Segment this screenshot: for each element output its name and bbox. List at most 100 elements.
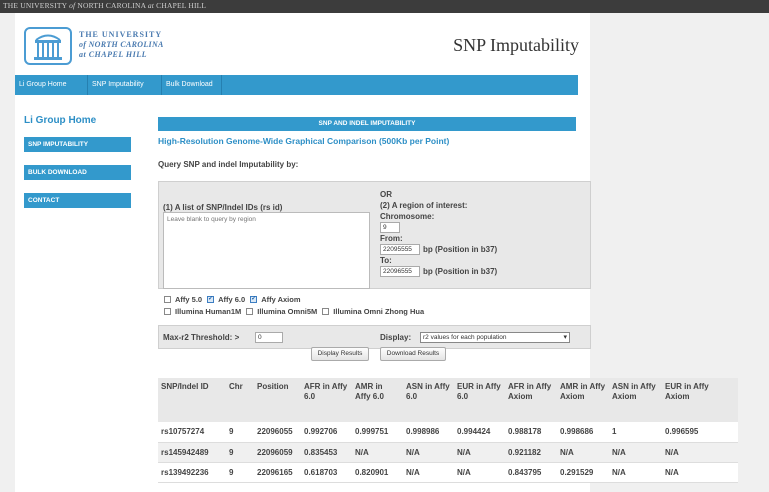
chevron-down-icon: ▾: [563, 334, 567, 341]
results-table: SNP/Indel ID Chr Position AFR in Affy 6.…: [158, 378, 738, 483]
col-header-amr-affy6: AMR in Affy 6.0: [352, 378, 403, 422]
cell-value: 0.291529: [557, 462, 609, 483]
display-label: Display:: [380, 333, 412, 342]
cell-value: 0.921182: [505, 442, 557, 463]
cell-snp-id: rs10757274: [158, 422, 226, 443]
cell-value: N/A: [609, 442, 662, 463]
col-header-asn-axiom: ASN in Affy Axiom: [609, 378, 662, 422]
cell-value: N/A: [454, 462, 505, 483]
checkbox-illumina-human1m[interactable]: [164, 308, 171, 315]
university-top-bar: THE UNIVERSITY of NORTH CAROLINA at CHAP…: [0, 0, 769, 13]
cell-chr: 9: [226, 462, 254, 483]
cell-value: N/A: [403, 462, 454, 483]
cell-value: 0.998686: [557, 422, 609, 443]
array-checkbox-row-1: Affy 5.0 ✓ Affy 6.0 ✓ Affy Axiom: [164, 295, 301, 304]
nav-li-group-home[interactable]: Li Group Home: [15, 75, 88, 95]
nav-snp-imputability[interactable]: SNP Imputability: [88, 75, 162, 95]
col-header-chr: Chr: [226, 378, 254, 422]
cell-position: 22096165: [254, 462, 301, 483]
display-selected-value: r2 values for each population: [423, 334, 507, 341]
cell-chr: 9: [226, 422, 254, 443]
cell-value: N/A: [352, 442, 403, 463]
topbar-city: CHAPEL HILL: [156, 1, 207, 10]
university-wordmark[interactable]: THE UNIVERSITY of NORTH CAROLINA at CHAP…: [79, 30, 164, 60]
checkbox-illumina-omni-zhong-hua[interactable]: [322, 308, 330, 315]
col-header-eur-affy6: EUR in Affy 6.0: [454, 378, 505, 422]
checkbox-affy-5[interactable]: [164, 296, 171, 303]
col-header-afr-axiom: AFR in Affy Axiom: [505, 378, 557, 422]
threshold-label: Max-r2 Threshold: >: [163, 333, 240, 342]
from-unit-label: bp (Position in b37): [423, 245, 498, 254]
chromosome-label: Chromosome:: [380, 212, 435, 221]
chromosome-input[interactable]: [380, 222, 400, 233]
display-select[interactable]: r2 values for each population ▾: [420, 332, 570, 343]
checkbox-illumina-omni5m[interactable]: [246, 308, 254, 315]
cell-value: N/A: [662, 442, 738, 463]
rsid-list-input[interactable]: [163, 212, 370, 289]
cell-value: 0.843795: [505, 462, 557, 483]
array-checkbox-row-2: Illumina Human1M Illumina Omni5M Illumin…: [164, 307, 424, 316]
cell-value: 1: [609, 422, 662, 443]
rsid-list-label: (1) A list of SNP/Indel IDs (rs id): [163, 203, 283, 212]
checkbox-affy-axiom[interactable]: ✓: [250, 296, 258, 303]
from-position-input[interactable]: [380, 244, 420, 255]
col-header-snp-id: SNP/Indel ID: [158, 378, 226, 422]
topbar-state: NORTH CAROLINA: [77, 1, 146, 10]
checkbox-label-affy-6: Affy 6.0: [218, 295, 246, 304]
col-header-position: Position: [254, 378, 301, 422]
threshold-input[interactable]: [255, 332, 283, 343]
cell-position: 22096059: [254, 442, 301, 463]
cell-value: N/A: [662, 462, 738, 483]
table-row: rs145942489 9 22096059 0.835453 N/A N/A …: [158, 442, 738, 463]
region-fields: OR (2) A region of interest: Chromosome:…: [380, 189, 497, 277]
col-header-asn-affy6: ASN in Affy 6.0: [403, 378, 454, 422]
cell-value: 0.992706: [301, 422, 352, 443]
sidebar-title[interactable]: Li Group Home: [24, 115, 96, 126]
cell-value: N/A: [454, 442, 505, 463]
cell-value: N/A: [403, 442, 454, 463]
cell-value: 0.999751: [352, 422, 403, 443]
checkbox-label-illumina-omni-zhong-hua: Illumina Omni Zhong Hua: [333, 307, 425, 316]
cell-value: 0.820901: [352, 462, 403, 483]
old-well-logo-icon[interactable]: [24, 27, 72, 65]
to-unit-label: bp (Position in b37): [423, 267, 498, 276]
checkbox-label-illumina-omni5m: Illumina Omni5M: [257, 307, 318, 316]
cell-snp-id: rs145942489: [158, 442, 226, 463]
cell-value: 0.998986: [403, 422, 454, 443]
from-label: From:: [380, 234, 403, 243]
to-label: To:: [380, 256, 392, 265]
wordmark-line1: THE UNIVERSITY: [79, 30, 163, 39]
site-header: THE UNIVERSITY of NORTH CAROLINA at CHAP…: [15, 13, 590, 75]
cell-value: 0.835453: [301, 442, 352, 463]
col-header-afr-affy6: AFR in Affy 6.0: [301, 378, 352, 422]
section-header: SNP AND INDEL IMPUTABILITY: [158, 117, 576, 131]
cell-value: 0.996595: [662, 422, 738, 443]
site-title: SNP Imputability: [453, 35, 579, 55]
threshold-bar: Max-r2 Threshold: > Display: r2 values f…: [158, 325, 591, 349]
nav-bulk-download[interactable]: Bulk Download: [162, 75, 222, 95]
col-header-amr-axiom: AMR in Affy Axiom: [557, 378, 609, 422]
checkbox-affy-6[interactable]: ✓: [207, 296, 215, 303]
cell-position: 22096055: [254, 422, 301, 443]
cell-snp-id: rs139492236: [158, 462, 226, 483]
checkbox-label-illumina-human1m: Illumina Human1M: [175, 307, 242, 316]
col-header-eur-axiom: EUR in Affy Axiom: [662, 378, 738, 422]
to-position-input[interactable]: [380, 266, 420, 277]
cell-value: 0.618703: [301, 462, 352, 483]
download-results-button[interactable]: Download Results: [380, 347, 446, 361]
cell-chr: 9: [226, 442, 254, 463]
sidebar-item-bulk-download[interactable]: BULK DOWNLOAD: [24, 165, 131, 180]
region-label: (2) A region of interest:: [380, 201, 468, 210]
table-row: rs10757274 9 22096055 0.992706 0.999751 …: [158, 422, 738, 443]
display-results-button[interactable]: Display Results: [311, 347, 369, 361]
cell-value: N/A: [609, 462, 662, 483]
sidebar-item-contact[interactable]: CONTACT: [24, 193, 131, 208]
sidebar-item-snp-imputability[interactable]: SNP IMPUTABILITY: [24, 137, 131, 152]
page-subtitle[interactable]: High-Resolution Genome-Wide Graphical Co…: [158, 136, 449, 146]
wordmark-line2: of NORTH CAROLINA: [79, 40, 164, 49]
wordmark-line3: at CHAPEL HILL: [79, 50, 148, 59]
query-label: Query SNP and indel Imputability by:: [158, 160, 299, 169]
checkbox-label-affy-5: Affy 5.0: [175, 295, 203, 304]
or-label: OR: [380, 190, 392, 199]
query-form: (1) A list of SNP/Indel IDs (rs id) OR (…: [158, 181, 591, 289]
